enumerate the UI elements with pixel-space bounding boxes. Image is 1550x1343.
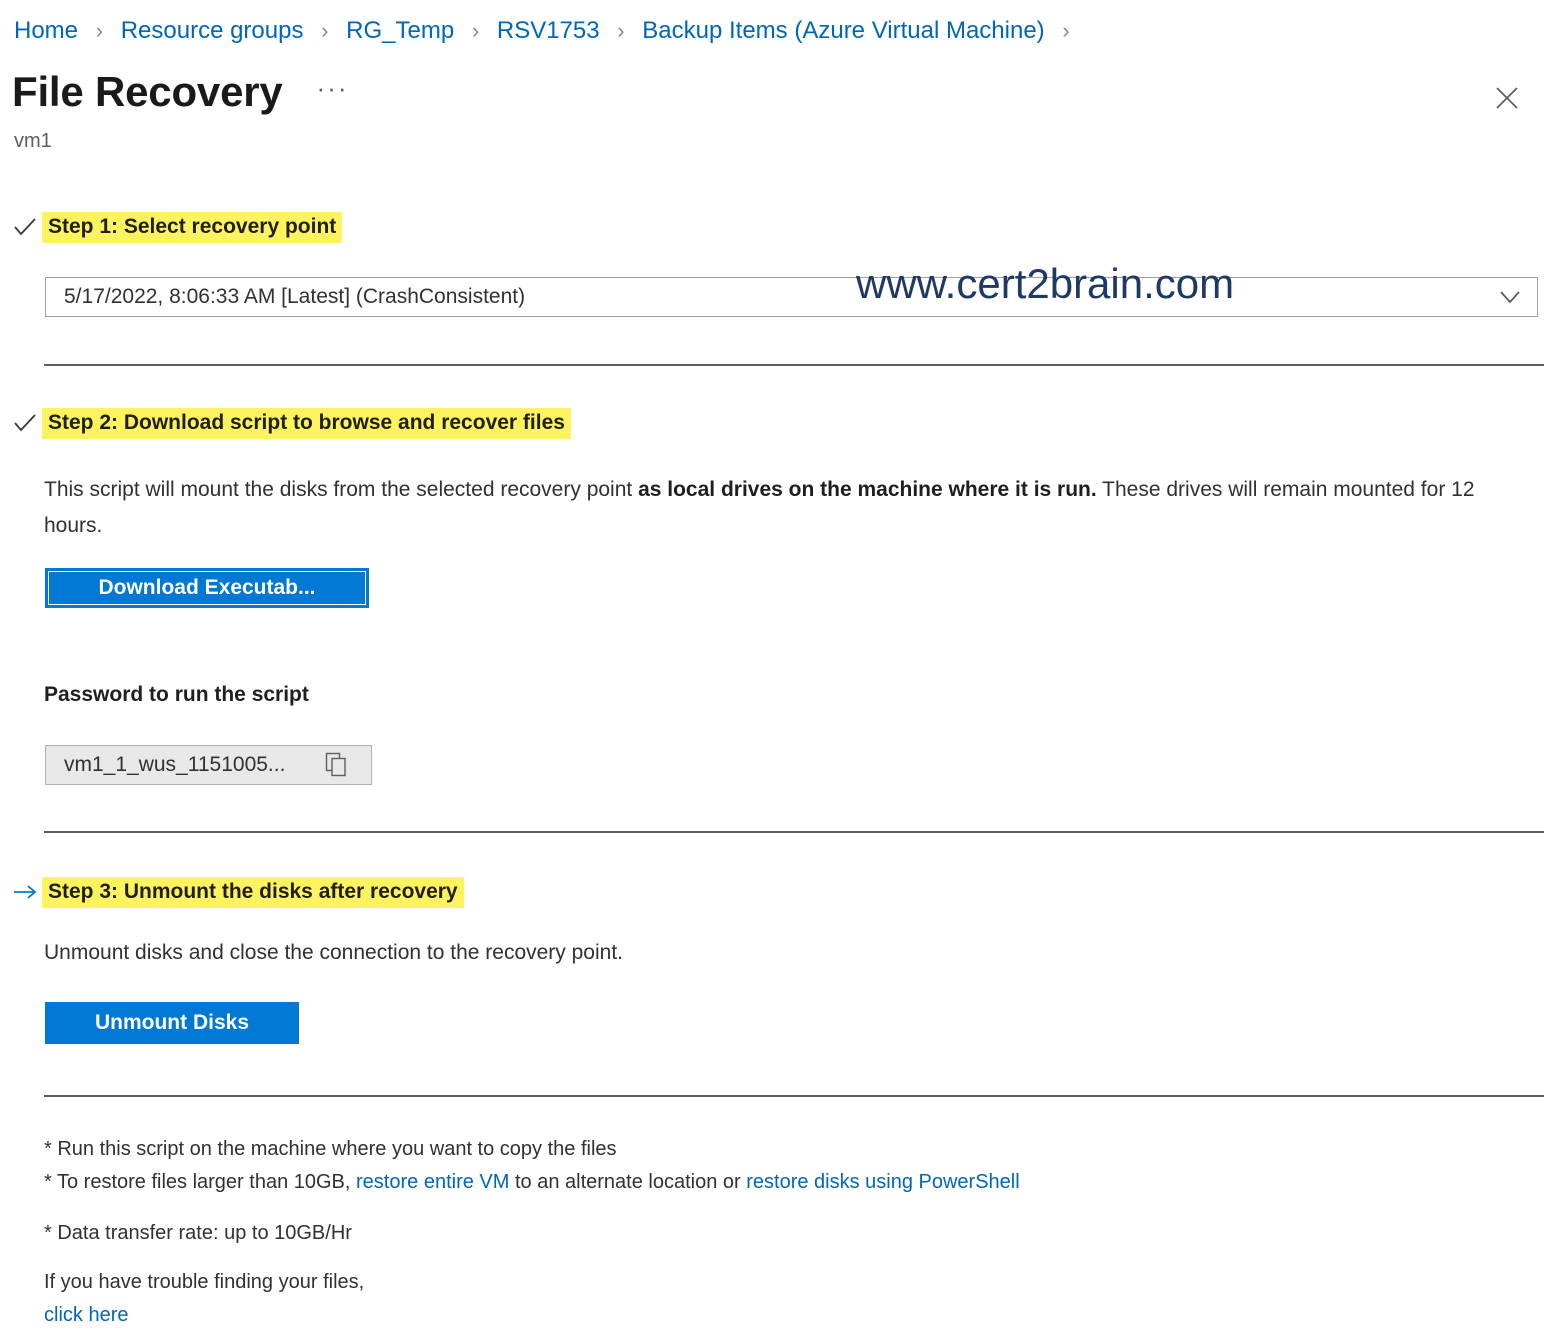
breadcrumb-separator-icon: › [1062, 18, 1070, 43]
recovery-point-dropdown[interactable]: 5/17/2022, 8:06:33 AM [Latest] (CrashCon… [45, 277, 1538, 317]
chevron-down-icon [1497, 287, 1523, 312]
breadcrumb: Home › Resource groups › RG_Temp › RSV17… [14, 14, 1081, 48]
breadcrumb-item-resource-groups[interactable]: Resource groups [121, 17, 304, 44]
footnote-run-script: * Run this script on the machine where y… [44, 1138, 617, 1160]
restore-disks-powershell-link[interactable]: restore disks using PowerShell [746, 1171, 1019, 1193]
breadcrumb-separator-icon: › [617, 18, 625, 43]
footnote-restore-large-files: * To restore files larger than 10GB, res… [44, 1166, 1504, 1199]
close-button[interactable] [1487, 78, 1527, 118]
trouble-text: If you have trouble finding your files, [44, 1271, 365, 1293]
close-icon [1496, 87, 1518, 109]
copy-icon[interactable] [325, 752, 371, 778]
page-title: File Recovery [12, 68, 283, 115]
section-divider [44, 364, 1544, 366]
password-label: Password to run the script [44, 683, 309, 706]
breadcrumb-separator-icon: › [321, 18, 329, 43]
step-1-header[interactable]: Step 1: Select recovery point [12, 211, 343, 243]
breadcrumb-item-rsv1753[interactable]: RSV1753 [497, 17, 600, 44]
breadcrumb-separator-icon: › [95, 18, 104, 43]
footnote-spacer [44, 1199, 1504, 1217]
more-options-button[interactable]: ··· [317, 75, 349, 106]
breadcrumb-item-backup-items[interactable]: Backup Items (Azure Virtual Machine) [642, 17, 1044, 44]
section-divider [44, 1095, 1544, 1097]
watermark: www.cert2brain.com [856, 260, 1235, 307]
step-3-header[interactable]: Step 3: Unmount the disks after recovery [12, 876, 464, 908]
step-2-header[interactable]: Step 2: Download script to browse and re… [12, 407, 571, 439]
recovery-point-value: 5/17/2022, 8:06:33 AM [Latest] (CrashCon… [64, 285, 526, 308]
title-row: File Recovery ··· [12, 68, 349, 116]
breadcrumb-item-home[interactable]: Home [14, 17, 78, 44]
arrow-right-icon [12, 882, 42, 902]
breadcrumb-separator-icon: › [471, 18, 480, 43]
password-field[interactable]: vm1_1_wus_1151005... [45, 745, 372, 785]
trouble-block: If you have trouble finding your files, … [44, 1266, 364, 1332]
check-icon [12, 412, 42, 434]
step-2-description: This script will mount the disks from th… [44, 472, 1504, 544]
section-divider [44, 831, 1544, 833]
breadcrumb-item-rg-temp[interactable]: RG_Temp [346, 17, 454, 44]
step-3-description: Unmount disks and close the connection t… [44, 941, 623, 964]
page-subtitle: vm1 [14, 130, 52, 152]
click-here-link[interactable]: click here [44, 1299, 364, 1332]
footnote-transfer-rate: * Data transfer rate: up to 10GB/Hr [44, 1222, 352, 1244]
footnotes: * Run this script on the machine where y… [44, 1133, 1504, 1250]
step-1-label: Step 1: Select recovery point [42, 211, 343, 243]
step-2-description-part1: This script will mount the disks from th… [44, 478, 639, 501]
password-value: vm1_1_wus_1151005... [64, 753, 286, 776]
restore-entire-vm-link[interactable]: restore entire VM [356, 1171, 509, 1193]
step-2-label: Step 2: Download script to browse and re… [42, 407, 571, 439]
step-2-description-emphasis: as local drives on the machine where it … [638, 478, 1097, 501]
unmount-disks-button[interactable]: Unmount Disks [45, 1002, 299, 1044]
download-executable-button[interactable]: Download Executab... [45, 568, 369, 608]
footnote-restore-prefix: * To restore files larger than 10GB, [44, 1171, 357, 1193]
footnote-restore-middle: to an alternate location or [509, 1171, 747, 1193]
step-3-label: Step 3: Unmount the disks after recovery [42, 876, 464, 908]
check-icon [12, 216, 42, 238]
